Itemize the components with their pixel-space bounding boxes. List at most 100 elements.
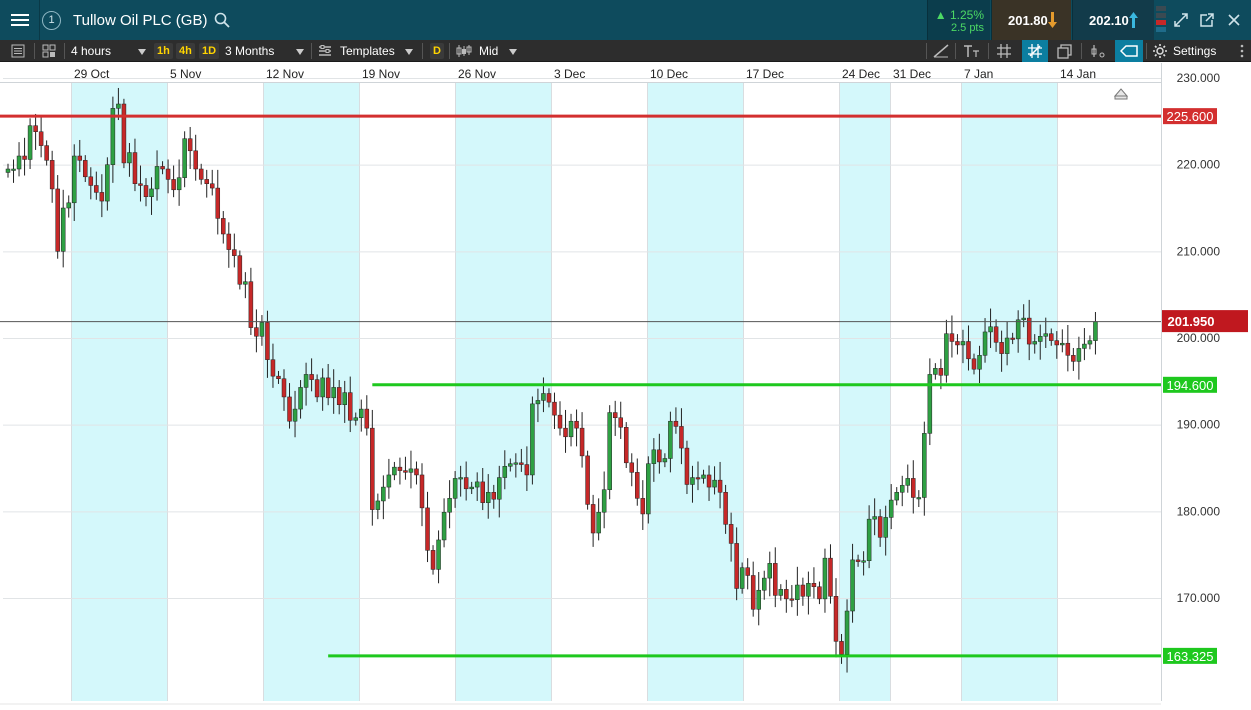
candle-body (1010, 337, 1015, 340)
candle-body (370, 427, 375, 510)
candle-body (298, 387, 303, 410)
interval-dropdown[interactable]: 4 hours (71, 40, 111, 62)
candle-body (276, 375, 281, 379)
candle-body (469, 486, 474, 490)
sell-button[interactable]: 201.80 (991, 0, 1071, 40)
candle-body (414, 468, 419, 476)
date-tick-label: 10 Dec (650, 67, 688, 81)
toolbar-divider (311, 43, 312, 59)
candle-body (149, 188, 154, 197)
candle-body (66, 202, 71, 209)
candle-body (403, 470, 408, 473)
more-vertical-icon[interactable] (1236, 43, 1248, 59)
candle-body (949, 333, 955, 342)
candle-body (176, 177, 182, 191)
chart-window: 1 Tullow Oil PLC (GB) ▲ 1.25% 2.5 pts 20… (0, 0, 1251, 710)
buy-arrow-icon (1129, 12, 1138, 28)
candle-body (485, 492, 491, 503)
instrument-title: Tullow Oil PLC (GB) (73, 12, 208, 29)
candle-body (927, 374, 933, 434)
candle-body (789, 598, 795, 601)
candle-body (381, 486, 386, 502)
candle-body (364, 408, 370, 429)
candle-body (756, 589, 761, 610)
chart-canvas[interactable]: 29 Oct 5 Nov 12 Nov 19 Nov 26 Nov 3 Dec 10 Dec… (0, 63, 1251, 710)
period-dropdown[interactable]: 3 Months (225, 40, 274, 62)
candle-body (5, 168, 11, 173)
price-level-tag-label: 225.600 (1167, 109, 1214, 124)
candle-body (673, 420, 679, 427)
candle-body (1082, 343, 1087, 349)
settings-button[interactable]: Settings (1173, 40, 1216, 62)
candle-body (982, 331, 988, 356)
expand-icon[interactable] (1173, 12, 1189, 28)
chevron-down-icon (296, 48, 304, 55)
price-type-dropdown[interactable]: Mid (479, 40, 498, 62)
candle-body (767, 563, 773, 579)
candle-body (938, 368, 944, 376)
candle-body (165, 168, 171, 180)
candle-body (922, 433, 927, 498)
candle-body (347, 392, 353, 421)
candle-body (83, 160, 88, 178)
candle-body (232, 249, 237, 256)
candle-body (55, 188, 60, 252)
candle-body (618, 417, 623, 428)
text-tool-icon[interactable] (962, 43, 982, 59)
draw-line-icon[interactable] (932, 43, 950, 59)
duplicate-icon[interactable] (1057, 43, 1073, 59)
candle-body (745, 567, 750, 576)
candle-body (966, 341, 971, 360)
candle-body (877, 516, 883, 538)
price-chart[interactable]: 29 Oct 5 Nov 12 Nov 19 Nov 26 Nov 3 Dec 10 Dec… (0, 63, 1251, 710)
label-tool-toggle[interactable] (1115, 40, 1143, 62)
grid-icon[interactable] (996, 43, 1012, 59)
candle-body (342, 392, 347, 405)
price-tick-label: 170.000 (1177, 591, 1221, 605)
layout-icon[interactable] (42, 44, 56, 58)
interval-1d-button[interactable]: 1D (199, 43, 220, 59)
list-icon[interactable] (11, 44, 25, 58)
templates-icon[interactable] (318, 44, 332, 58)
hamburger-menu-icon[interactable] (0, 0, 40, 40)
templates-dropdown-caret[interactable] (405, 40, 413, 62)
candle-body (221, 218, 226, 235)
interval-dropdown-caret[interactable] (138, 40, 146, 62)
search-icon[interactable] (214, 12, 230, 28)
drawing-mode-button[interactable]: D (430, 43, 444, 59)
price-type-dropdown-caret[interactable] (509, 40, 517, 62)
candle-body (811, 583, 817, 588)
candle-body (325, 377, 331, 399)
candlestick-type-icon[interactable] (456, 44, 472, 58)
date-tick-label: 3 Dec (554, 67, 585, 81)
candle-body (309, 374, 314, 380)
buy-button[interactable]: 202.10 (1072, 0, 1154, 40)
candle-body (336, 387, 342, 405)
candle-body (11, 168, 16, 171)
settings-label: Settings (1173, 44, 1217, 58)
gear-icon[interactable] (1152, 43, 1168, 59)
date-tick-label: 12 Nov (266, 67, 304, 81)
close-icon[interactable] (1226, 12, 1242, 28)
candle-body (160, 166, 165, 170)
candle-body (828, 557, 833, 597)
period-dropdown-caret[interactable] (296, 40, 304, 62)
candle-body (817, 586, 822, 600)
popout-icon[interactable] (1199, 12, 1215, 28)
interval-4h-button[interactable]: 4h (176, 43, 195, 59)
crosshair-toggle[interactable] (1022, 40, 1048, 62)
candle-body (988, 326, 993, 333)
link-group-badge[interactable]: 1 (42, 11, 61, 30)
indicator-icon[interactable] (1089, 43, 1107, 59)
interval-1h-button[interactable]: 1h (154, 43, 173, 59)
templates-dropdown[interactable]: Templates (340, 40, 395, 62)
candle-body (563, 427, 568, 438)
candle-body (143, 185, 149, 197)
toolbar-divider (422, 43, 423, 59)
candle-body (568, 420, 574, 438)
candle-body (601, 489, 607, 513)
candle-body (270, 359, 276, 377)
candle-body (706, 474, 712, 488)
candle-body (579, 427, 585, 457)
candle-body (303, 374, 309, 388)
